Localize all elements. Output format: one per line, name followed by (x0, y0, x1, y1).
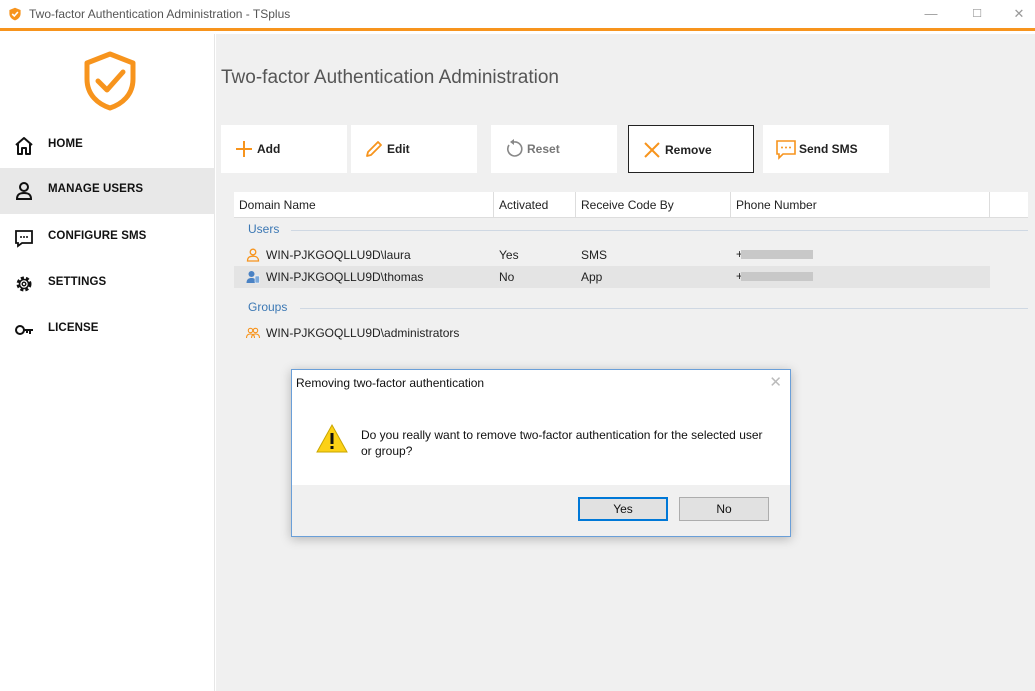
group-divider (291, 230, 1028, 231)
group-header-groups: Groups (248, 300, 288, 314)
reset-button[interactable]: Reset (491, 125, 617, 173)
key-icon (15, 325, 33, 335)
add-button[interactable]: Add (221, 125, 347, 173)
table-row[interactable]: WIN-PJKGOQLLU9D\thomas No App + (234, 266, 990, 288)
sidebar-item-label: MANAGE USERS (48, 183, 144, 195)
sidebar-item-label: HOME (48, 138, 83, 150)
sidebar-item-settings[interactable]: SETTINGS (0, 261, 215, 307)
reset-button-label: Reset (527, 142, 560, 156)
table-row[interactable]: WIN-PJKGOQLLU9D\administrators (234, 322, 990, 344)
remove-button[interactable]: Remove (628, 125, 754, 173)
no-button[interactable]: No (679, 497, 769, 521)
dialog-title: Removing two-factor authentication (296, 376, 485, 390)
title-bar: Two-factor Authentication Administration… (0, 0, 1035, 31)
shield-check-logo-icon (84, 51, 136, 111)
send-sms-button[interactable]: Send SMS (763, 125, 889, 173)
home-icon (15, 137, 33, 155)
close-window-button[interactable]: ✕ (1005, 4, 1033, 24)
sidebar-item-label: CONFIGURE SMS (48, 230, 147, 242)
sidebar: HOME MANAGE USERS CONFIGURE SMS SETTINGS… (0, 34, 215, 691)
remove-confirmation-dialog: Removing two-factor authentication ✕ Do … (291, 369, 791, 537)
cell-receive-code-by: SMS (581, 248, 608, 262)
remove-button-label: Remove (665, 143, 712, 157)
edit-button-label: Edit (387, 142, 410, 156)
page-title: Two-factor Authentication Administration (221, 67, 559, 88)
add-button-label: Add (257, 142, 281, 156)
sidebar-item-license[interactable]: LICENSE (0, 307, 215, 353)
app-shield-icon (9, 7, 21, 21)
send-sms-button-label: Send SMS (799, 142, 858, 156)
edit-button[interactable]: Edit (351, 125, 477, 173)
phone-redaction (741, 250, 813, 259)
user-icon (15, 182, 33, 200)
column-header-domain-name[interactable]: Domain Name (234, 192, 494, 218)
cell-activated: No (499, 270, 515, 284)
sidebar-item-home[interactable]: HOME (0, 123, 215, 169)
group-header-users: Users (248, 222, 280, 236)
column-header-receive-code-by[interactable]: Receive Code By (576, 192, 731, 218)
gear-icon (16, 276, 32, 292)
sidebar-item-manage-users[interactable]: MANAGE USERS (0, 168, 215, 214)
cell-activated: Yes (499, 248, 519, 262)
dialog-close-button[interactable]: ✕ (769, 373, 782, 391)
table-row[interactable]: WIN-PJKGOQLLU9D\laura Yes SMS + (234, 244, 990, 266)
group-divider (300, 308, 1028, 309)
maximize-button[interactable]: ☐ (963, 4, 991, 24)
warning-icon (316, 423, 348, 453)
x-icon (644, 142, 660, 158)
cell-receive-code-by: App (581, 270, 603, 284)
user-icon (246, 248, 260, 262)
group-icon (246, 327, 260, 339)
cell-domain-name: WIN-PJKGOQLLU9D\administrators (266, 326, 460, 340)
sms-icon (15, 230, 33, 248)
cell-domain-name: WIN-PJKGOQLLU9D\laura (266, 248, 411, 262)
cell-domain-name: WIN-PJKGOQLLU9D\thomas (266, 270, 424, 284)
main-panel: Two-factor Authentication Administration… (216, 34, 1035, 691)
phone-redaction (741, 272, 813, 281)
reset-icon (506, 139, 523, 157)
yes-button[interactable]: Yes (578, 497, 668, 521)
column-header-activated[interactable]: Activated (494, 192, 576, 218)
sidebar-item-label: LICENSE (48, 322, 99, 334)
table-header: Domain Name Activated Receive Code By Ph… (234, 192, 1028, 218)
dialog-message: Do you really want to remove two-factor … (361, 428, 763, 458)
sms-icon (776, 140, 796, 160)
pencil-icon (366, 141, 382, 157)
minimize-button[interactable]: — (917, 4, 945, 24)
user-app-icon (246, 271, 260, 284)
dialog-footer: Yes No (292, 485, 790, 536)
column-header-phone-number[interactable]: Phone Number (731, 192, 990, 218)
sidebar-item-configure-sms[interactable]: CONFIGURE SMS (0, 215, 215, 261)
window-title: Two-factor Authentication Administration… (29, 7, 291, 21)
plus-icon (236, 141, 252, 157)
users-table: Domain Name Activated Receive Code By Ph… (234, 192, 1028, 342)
sidebar-item-label: SETTINGS (48, 276, 107, 288)
